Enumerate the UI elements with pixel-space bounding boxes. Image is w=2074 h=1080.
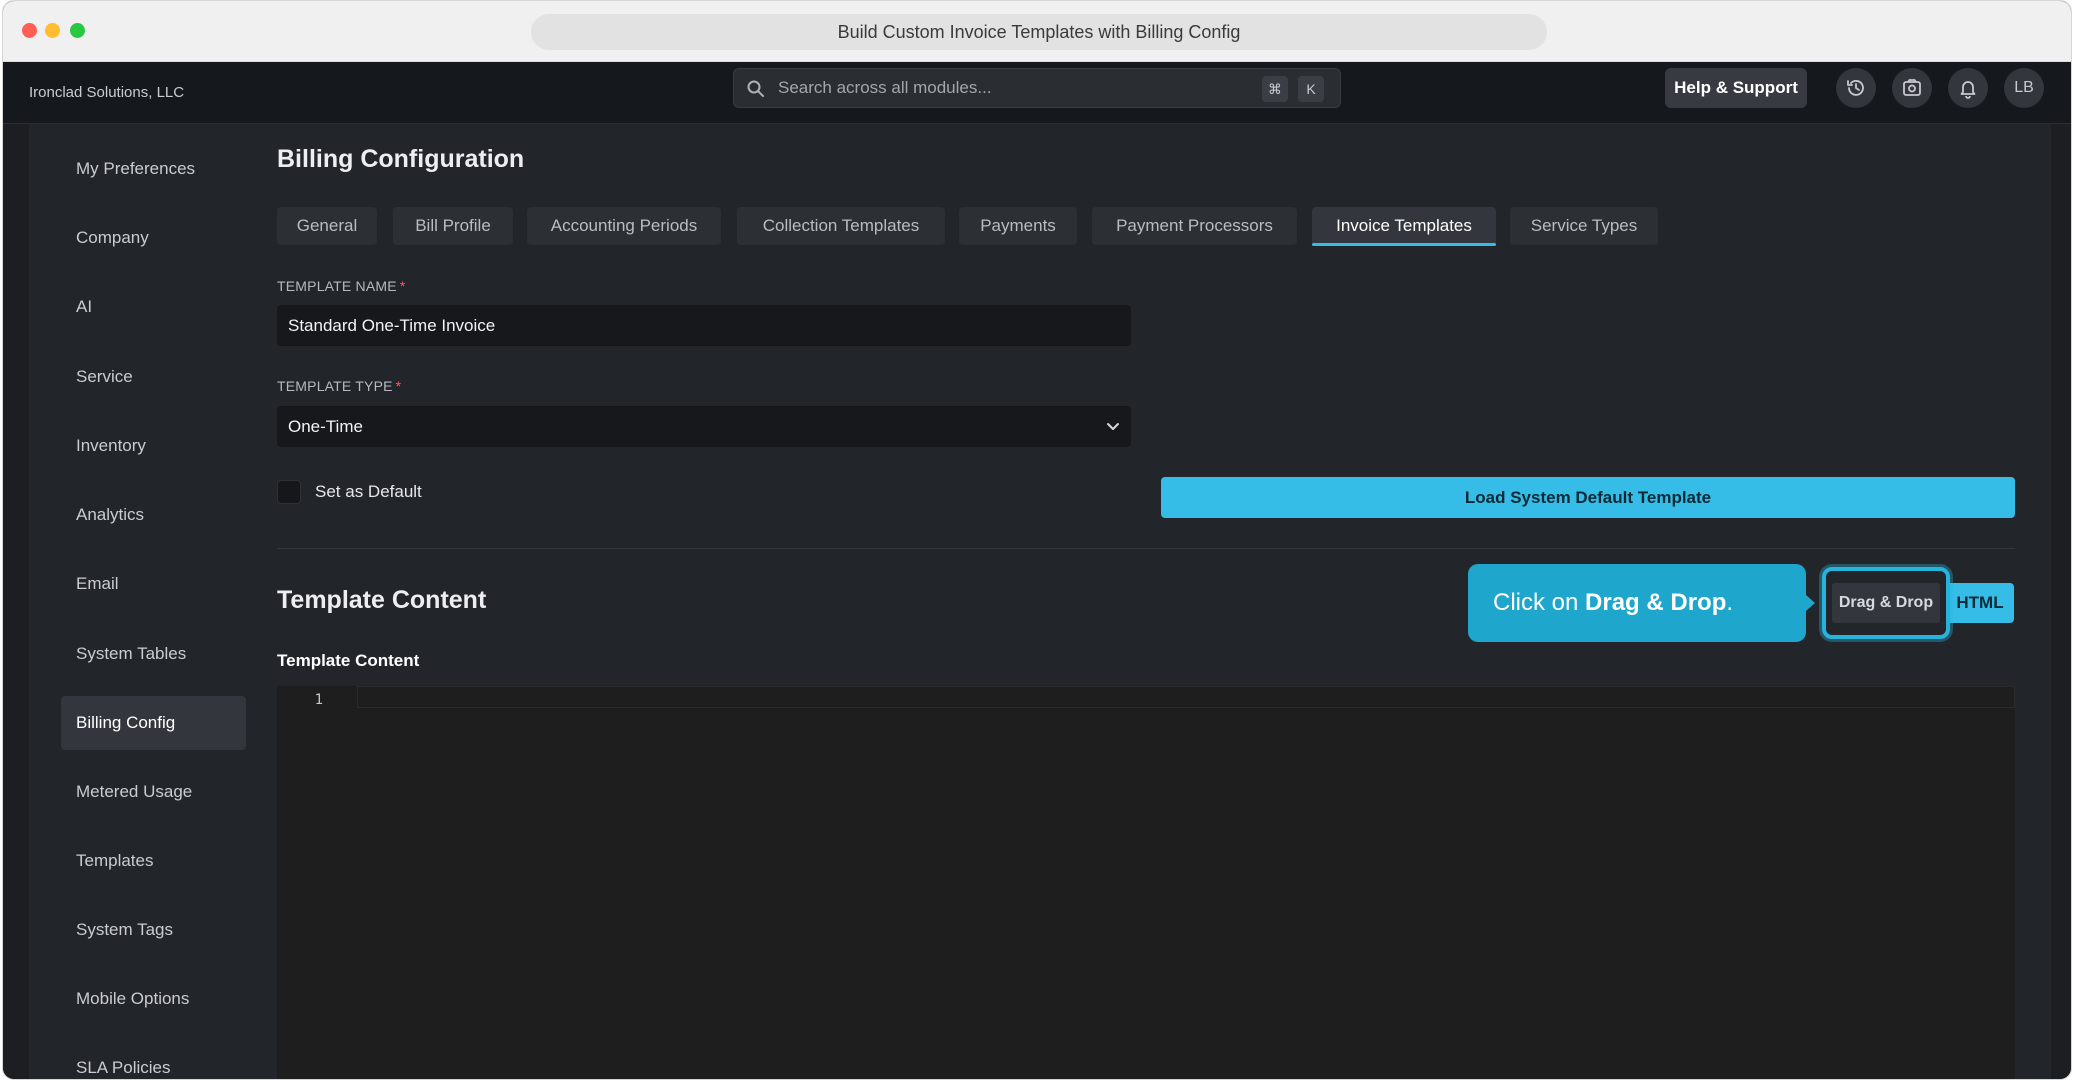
minimize-window-button[interactable] [45,23,60,38]
sidebar-item-my-preferences[interactable]: My Preferences [61,142,246,196]
template-content-label: Template Content [277,651,420,670]
guide-tooltip: Click on Drag & Drop. [1468,564,1815,642]
template-type-select[interactable]: One-Time [277,406,1131,447]
browser-window: Build Custom Invoice Templates with Bill… [2,0,2072,1080]
user-avatar[interactable]: LB [2004,68,2044,108]
page-title: Billing Configuration [277,145,525,173]
sidebar-item-company[interactable]: Company [61,211,246,265]
tab-accounting-periods[interactable]: Accounting Periods [527,207,721,245]
editor-gutter: 1 [277,686,357,1079]
settings-sidebar: My Preferences Company AI Service Invent… [29,124,251,1079]
tab-bill-profile[interactable]: Bill Profile [393,207,513,245]
bell-icon [1960,81,1976,99]
global-search[interactable]: Search across all modules... ⌘ K [733,68,1341,108]
tooltip-bold: Drag & Drop [1585,589,1727,616]
template-type-value: One-Time [288,417,363,436]
address-bar[interactable]: Build Custom Invoice Templates with Bill… [531,14,1547,50]
required-mark: * [399,278,406,294]
tab-service-types[interactable]: Service Types [1510,207,1658,245]
html-mode-button[interactable]: HTML [1946,583,2014,623]
browser-chrome: Build Custom Invoice Templates with Bill… [3,1,2071,62]
section-divider [277,548,2015,549]
app-body: My Preferences Company AI Service Invent… [3,124,2071,1079]
sidebar-item-email[interactable]: Email [61,557,246,611]
template-type-label: TEMPLATE TYPE * [277,378,401,394]
screenshot-button[interactable] [1892,68,1932,108]
history-icon [1847,80,1864,96]
tab-payments[interactable]: Payments [959,207,1077,245]
help-support-button[interactable]: Help & Support [1665,68,1807,108]
required-mark: * [395,378,402,394]
tab-general[interactable]: General [277,207,377,245]
close-window-button[interactable] [22,23,37,38]
template-name-label: TEMPLATE NAME * [277,278,405,294]
sidebar-item-system-tables[interactable]: System Tables [61,627,246,681]
tab-invoice-templates[interactable]: Invoice Templates [1312,207,1496,246]
sidebar-item-ai[interactable]: AI [61,280,246,334]
search-input[interactable]: Search across all modules... [778,69,992,107]
drag-drop-highlight: Drag & Drop [1822,567,1950,639]
sidebar-item-billing-config[interactable]: Billing Config [61,696,246,750]
company-name: Ironclad Solutions, LLC [29,84,185,101]
section-title: Template Content [277,586,487,614]
tab-payment-processors[interactable]: Payment Processors [1092,207,1297,245]
drag-drop-mode-button[interactable]: Drag & Drop [1832,583,1940,623]
app-header: Ironclad Solutions, LLC Search across al… [3,62,2071,124]
line-number: 1 [314,692,323,708]
screenshot-icon [1903,79,1921,96]
set-default-checkbox[interactable] [277,480,301,504]
editor-mode-toggle: HTML Drag & Drop [1822,567,2022,639]
sidebar-item-metered-usage[interactable]: Metered Usage [61,765,246,819]
sidebar-item-system-tags[interactable]: System Tags [61,903,246,957]
main-content: Billing Configuration General Bill Profi… [251,124,2051,1079]
shortcut-key-k: K [1298,76,1324,102]
template-type-label-text: TEMPLATE TYPE [277,378,393,394]
load-default-template-button[interactable]: Load System Default Template [1161,477,2015,518]
maximize-window-button[interactable] [70,23,85,38]
sidebar-item-analytics[interactable]: Analytics [61,488,246,542]
history-button[interactable] [1836,68,1876,108]
tab-collection-templates[interactable]: Collection Templates [737,207,945,245]
sidebar-item-templates[interactable]: Templates [61,834,246,888]
set-default-label: Set as Default [315,482,422,501]
template-name-input[interactable]: Standard One-Time Invoice [277,305,1131,346]
search-icon [747,80,764,97]
chevron-down-icon [1107,423,1119,430]
tooltip-prefix: Click on [1493,589,1586,616]
sidebar-item-mobile-options[interactable]: Mobile Options [61,972,246,1026]
tooltip-suffix: . [1726,589,1734,616]
sidebar-item-inventory[interactable]: Inventory [61,419,246,473]
sidebar-item-service[interactable]: Service [61,350,246,404]
editor-current-line[interactable] [357,686,2015,708]
template-name-label-text: TEMPLATE NAME [277,278,397,294]
code-editor[interactable]: 1 [277,686,2015,1079]
notifications-button[interactable] [1948,68,1988,108]
sidebar-item-sla-policies[interactable]: SLA Policies [61,1041,246,1079]
shortcut-key-cmd: ⌘ [1262,76,1288,102]
